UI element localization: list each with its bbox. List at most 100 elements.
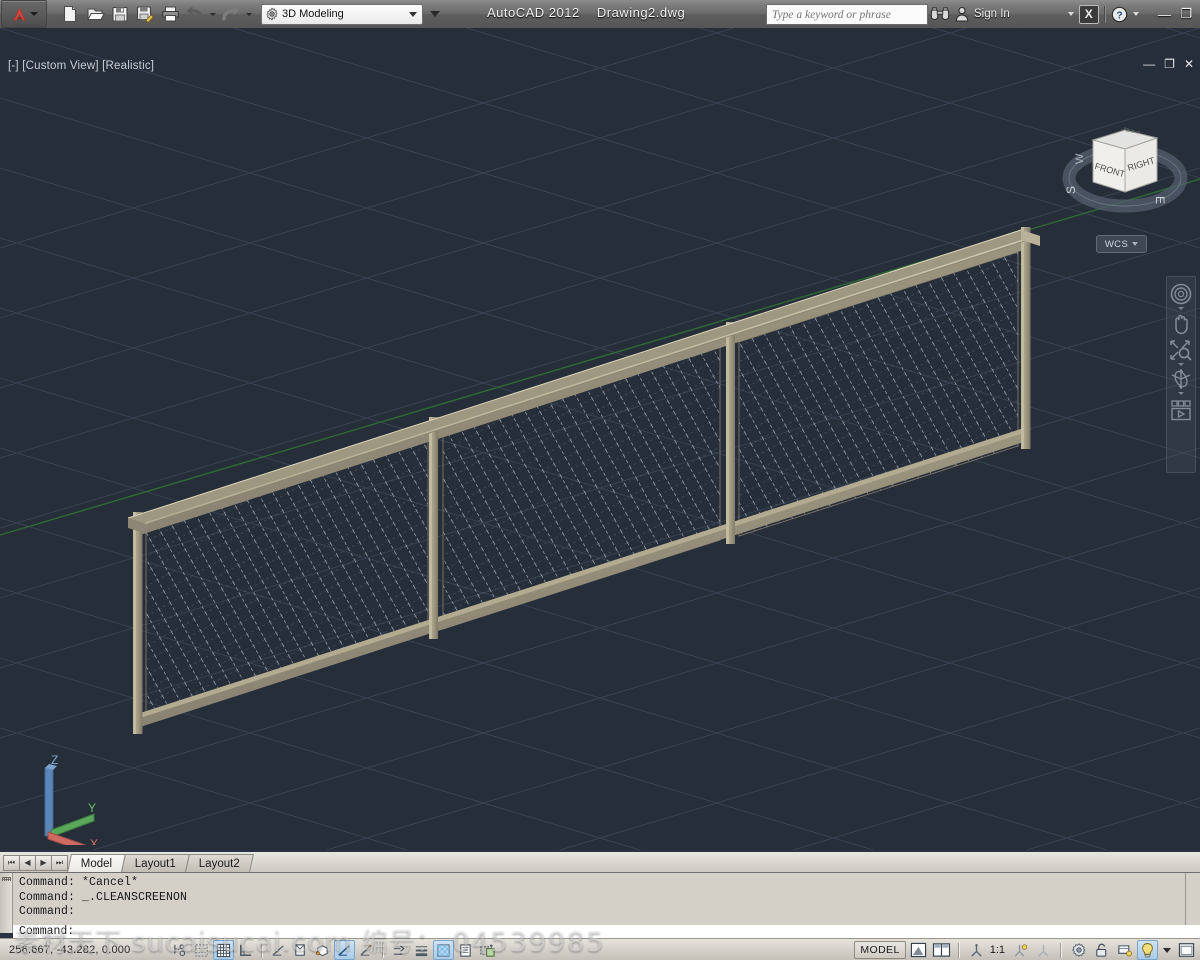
ortho-mode-toggle[interactable] bbox=[235, 940, 256, 960]
isolate-objects-button[interactable] bbox=[1114, 940, 1135, 960]
object-snap-tracking-toggle[interactable] bbox=[334, 940, 355, 960]
zoom-caret-icon[interactable] bbox=[1178, 363, 1184, 366]
workspace-caret-icon[interactable] bbox=[409, 11, 417, 17]
redo-button[interactable] bbox=[220, 3, 242, 25]
compass-south: S bbox=[1064, 186, 1078, 194]
new-drawing-button[interactable] bbox=[59, 3, 81, 25]
sign-in-label[interactable]: Sign In bbox=[974, 8, 1010, 20]
quick-properties-toggle[interactable] bbox=[455, 940, 476, 960]
viewport-label[interactable]: [-] [Custom View] [Realistic] bbox=[8, 60, 154, 72]
document-name: Drawing2.dwg bbox=[596, 5, 686, 20]
binoculars-icon[interactable] bbox=[930, 6, 950, 22]
clean-screen-button[interactable] bbox=[1137, 940, 1158, 960]
annotation-scale-label[interactable]: 1:1 bbox=[990, 944, 1005, 956]
workspace-label: 3D Modeling bbox=[282, 8, 344, 20]
polar-tracking-toggle[interactable] bbox=[268, 940, 289, 960]
layout-nav-next[interactable]: ▶ bbox=[35, 854, 52, 871]
viewport-minimize-button[interactable]: — bbox=[1143, 58, 1155, 70]
railing-geometry bbox=[127, 227, 1041, 734]
viewport-window-controls: — ❐ ✕ bbox=[1143, 58, 1194, 70]
workspace-switch-icon bbox=[932, 943, 950, 957]
model-space-button[interactable]: MODEL bbox=[854, 941, 906, 959]
coordinate-readout[interactable]: 256.667, -43.282, 0.000 bbox=[0, 944, 149, 956]
dynamic-input-toggle[interactable] bbox=[389, 940, 410, 960]
minimize-window-button[interactable]: — bbox=[1156, 7, 1173, 22]
workspace-selector[interactable]: 3D Modeling bbox=[261, 3, 423, 25]
save-as-drawing-button[interactable] bbox=[134, 3, 156, 25]
redo-dropdown-caret-icon[interactable] bbox=[246, 12, 252, 16]
selection-cycling-toggle[interactable] bbox=[477, 940, 498, 960]
steering-wheel-caret-icon[interactable] bbox=[1178, 307, 1184, 310]
drawing-canvas[interactable]: Z Y X [-] [Custom View] [Realistic] — ❐ … bbox=[0, 28, 1200, 850]
svg-text:Y: Y bbox=[88, 801, 96, 815]
lineweight-toggle[interactable] bbox=[411, 940, 432, 960]
user-account-icon[interactable] bbox=[955, 6, 969, 22]
open-drawing-button[interactable] bbox=[84, 3, 106, 25]
search-box[interactable] bbox=[766, 4, 928, 25]
svg-text:X: X bbox=[90, 837, 98, 845]
help-icon[interactable]: ? bbox=[1111, 6, 1128, 23]
search-input[interactable] bbox=[767, 7, 927, 22]
wcs-caret-icon bbox=[1132, 242, 1139, 246]
autodesk-exchange-button[interactable]: X bbox=[1078, 4, 1099, 24]
showmotion-icon bbox=[1171, 400, 1191, 421]
grid-display-toggle[interactable] bbox=[191, 940, 212, 960]
restore-window-button[interactable]: ❐ bbox=[1178, 6, 1195, 22]
application-menu-button[interactable] bbox=[1, 0, 47, 28]
command-window[interactable]: Command: *Cancel* Command: _.CLEANSCREEN… bbox=[0, 872, 1200, 933]
grid-toggle[interactable] bbox=[213, 940, 234, 960]
tab-model[interactable]: Model bbox=[67, 854, 127, 872]
orbit-caret-icon[interactable] bbox=[1178, 392, 1184, 395]
annotation-visibility-toggle[interactable] bbox=[1010, 940, 1031, 960]
3d-object-snap-toggle[interactable] bbox=[312, 940, 333, 960]
layout-nav-last[interactable]: ⏭ bbox=[51, 854, 68, 871]
command-input-line[interactable]: Command: bbox=[13, 925, 1200, 939]
zoom-button[interactable] bbox=[1168, 338, 1194, 362]
quick-access-toolbar bbox=[59, 3, 253, 25]
viewport-config-button[interactable] bbox=[908, 940, 929, 960]
glass-railing-model[interactable] bbox=[0, 28, 1200, 850]
orbit-button[interactable] bbox=[1168, 367, 1194, 391]
wcs-selector[interactable]: WCS bbox=[1096, 235, 1147, 253]
command-history-line: Command: _.CLEANSCREENON bbox=[19, 890, 188, 904]
help-caret-icon[interactable] bbox=[1132, 12, 1139, 16]
status-menu-button[interactable] bbox=[1176, 940, 1197, 960]
annotation-visibility-button[interactable] bbox=[966, 940, 987, 960]
tab-layout2[interactable]: Layout2 bbox=[185, 854, 255, 872]
viewport-close-button[interactable]: ✕ bbox=[1184, 58, 1194, 70]
plot-button[interactable] bbox=[159, 3, 181, 25]
status-menu-caret-icon[interactable] bbox=[1163, 947, 1171, 953]
undo-button[interactable] bbox=[184, 3, 206, 25]
steering-wheel-button[interactable] bbox=[1168, 282, 1194, 306]
layout-nav-prev[interactable]: ◀ bbox=[19, 854, 36, 871]
object-snap-toggle[interactable] bbox=[290, 940, 311, 960]
command-history-line: Command: *Cancel* bbox=[19, 876, 139, 889]
isolate-objects-icon bbox=[1117, 945, 1132, 957]
steering-wheel-icon bbox=[1170, 283, 1192, 305]
transparency-toggle[interactable] bbox=[433, 940, 454, 960]
annotation-visibility-icon bbox=[1014, 943, 1028, 957]
tab-layout1[interactable]: Layout1 bbox=[121, 854, 191, 872]
workspace-overflow-caret-icon[interactable] bbox=[430, 11, 440, 17]
pan-button[interactable] bbox=[1168, 311, 1194, 336]
workspace-switch-button[interactable] bbox=[931, 940, 952, 960]
snap-mode-toggle[interactable] bbox=[169, 940, 190, 960]
save-drawing-button[interactable] bbox=[109, 3, 131, 25]
undo-dropdown-caret-icon[interactable] bbox=[210, 12, 216, 16]
navigation-bar[interactable] bbox=[1166, 276, 1196, 473]
command-window-grip[interactable] bbox=[0, 873, 13, 933]
orbit-icon bbox=[1171, 369, 1191, 389]
autoscale-toggle[interactable] bbox=[1033, 940, 1054, 960]
titlebar-divider bbox=[1103, 5, 1106, 23]
dynamic-ucs-toggle[interactable] bbox=[356, 940, 377, 960]
lock-toolbars-button[interactable] bbox=[1091, 940, 1112, 960]
showmotion-button[interactable] bbox=[1168, 399, 1194, 422]
hardware-acceleration-button[interactable] bbox=[1068, 940, 1089, 960]
command-window-scrollbar[interactable] bbox=[1185, 873, 1200, 933]
post-mid-2 bbox=[726, 322, 735, 544]
layout-nav-first[interactable]: ⏮ bbox=[3, 854, 20, 871]
viewport-restore-button[interactable]: ❐ bbox=[1164, 58, 1175, 70]
sign-in-caret-icon[interactable] bbox=[1067, 12, 1074, 16]
view-cube[interactable]: S E W N TOP FRONT RIGHT bbox=[1057, 116, 1193, 236]
grip-dots-icon bbox=[1, 877, 11, 881]
